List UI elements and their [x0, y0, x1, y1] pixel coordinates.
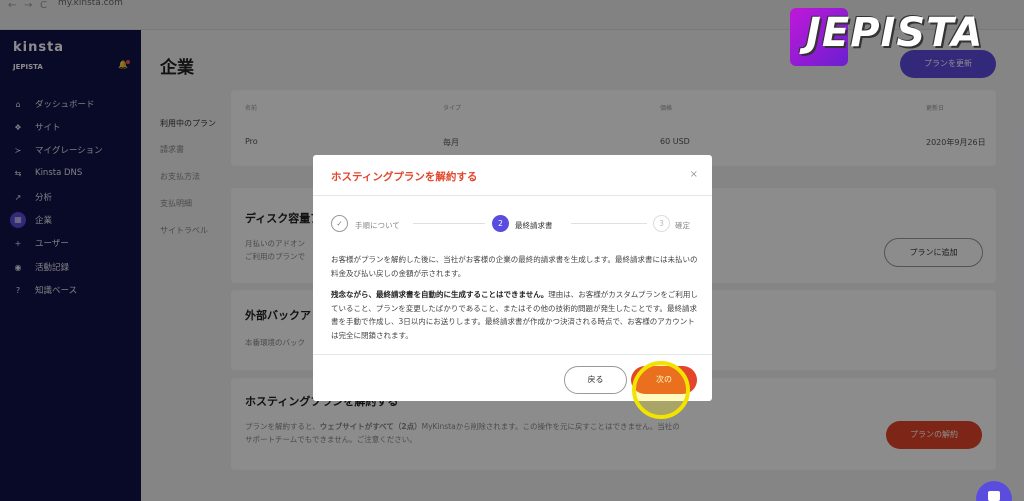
step-3-indicator: 3: [653, 215, 670, 232]
divider: [313, 195, 712, 196]
click-highlight: [632, 361, 690, 419]
back-button[interactable]: 戻る: [564, 366, 627, 394]
step-connector: [413, 223, 485, 224]
dialog-title: ホスティングプランを解約する: [331, 171, 478, 183]
logo-text: JEPISTA: [806, 10, 984, 56]
step-2-label: 最終請求書: [515, 221, 553, 230]
close-icon[interactable]: ×: [690, 169, 698, 180]
step-3-label: 確定: [675, 221, 690, 230]
jepista-watermark-logo: JEPISTA: [790, 8, 1014, 66]
dialog-paragraph-2: 残念ながら、最終請求書を自動的に生成することはできません。理由は、お客様がカスタ…: [331, 290, 698, 340]
step-connector: [571, 223, 647, 224]
step-1-check-icon: ✓: [331, 215, 348, 232]
step-2-indicator: 2: [492, 215, 509, 232]
divider: [313, 354, 712, 355]
dialog-paragraph-1: お客様がプランを解約した後に、当社がお客様の企業の最終的請求書を生成します。最終…: [331, 255, 698, 278]
step-1-label: 手順について: [355, 221, 400, 230]
